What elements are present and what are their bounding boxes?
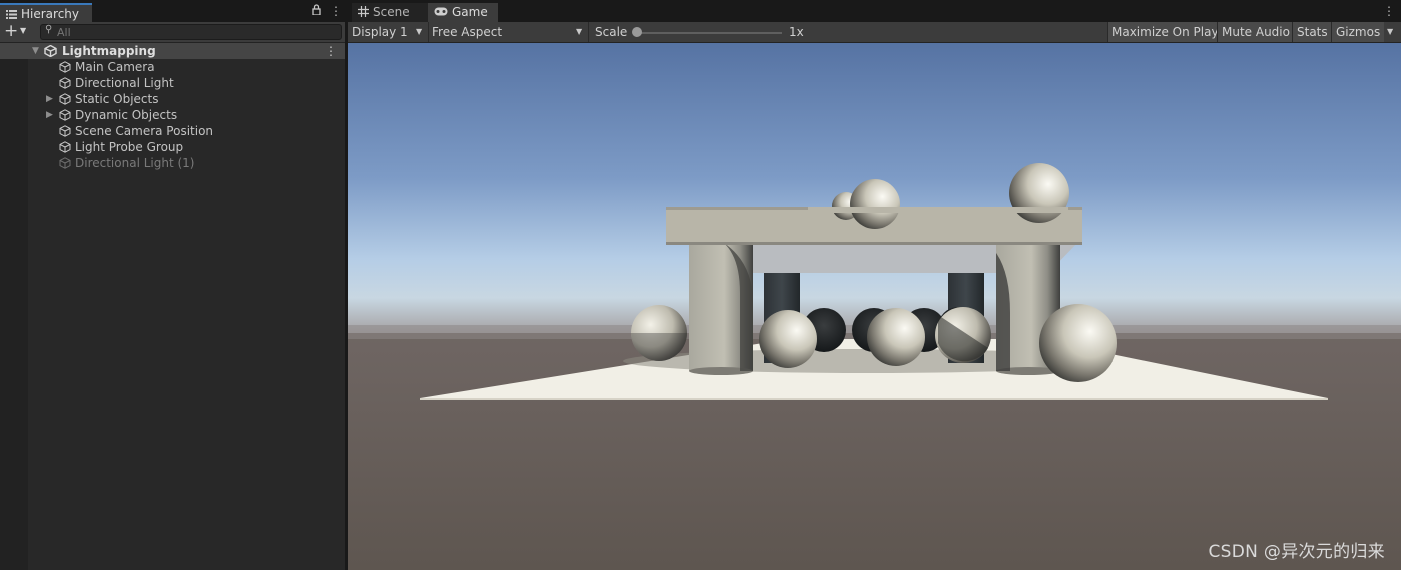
tree-item[interactable]: Light Probe Group (0, 139, 345, 155)
tree-item[interactable]: Directional Light (1) (0, 155, 345, 171)
tab-scene[interactable]: Scene (352, 3, 428, 22)
game-panel: Scene Game ⋮ Display 1 ▼ Free Aspect ▼ S… (348, 0, 1401, 570)
chevron-right-icon[interactable]: ▶ (46, 91, 53, 107)
tree-item[interactable]: Scene Camera Position (0, 123, 345, 139)
tree-item-label: Directional Light (1) (75, 156, 195, 170)
toolbar-divider (428, 22, 429, 42)
gameobject-icon (59, 109, 71, 121)
tree-item-label: Scene Camera Position (75, 124, 214, 138)
hierarchy-tree: ▼ Lightmapping ⋮ Main Camera Directional… (0, 43, 345, 171)
tab-game[interactable]: Game (428, 3, 498, 22)
tree-item-label: Directional Light (75, 76, 174, 90)
gameobject-icon (59, 77, 71, 89)
chevron-down-icon[interactable]: ▼ (416, 22, 422, 42)
scale-slider-track[interactable] (636, 32, 782, 34)
kebab-menu-icon[interactable]: ⋮ (330, 4, 342, 18)
tree-item[interactable]: Directional Light (0, 75, 345, 91)
tree-item[interactable]: ▶ Static Objects (0, 91, 345, 107)
search-icon: ⚲ (45, 24, 53, 35)
gameobject-icon (59, 93, 71, 105)
hierarchy-tab-bar: Hierarchy ⋮ (0, 0, 345, 22)
chevron-right-icon[interactable]: ▶ (46, 107, 53, 123)
tab-scene-label: Scene (373, 5, 410, 19)
tree-item-label: Light Probe Group (75, 140, 184, 154)
chevron-down-icon[interactable]: ▼ (576, 22, 582, 42)
maximize-on-play-toggle[interactable]: Maximize On Play (1107, 22, 1223, 42)
gameobject-icon (59, 61, 71, 73)
search-input[interactable] (57, 25, 327, 39)
game-viewport[interactable]: CSDN @异次元的归来 (348, 43, 1401, 570)
chevron-down-icon[interactable]: ▼ (20, 26, 26, 35)
grid-icon (358, 3, 369, 22)
chevron-down-icon[interactable]: ▼ (32, 43, 39, 59)
rendered-scene (348, 43, 1401, 570)
tab-game-label: Game (452, 5, 488, 19)
game-toolbar: Display 1 ▼ Free Aspect ▼ Scale 1x Maxim… (348, 22, 1401, 43)
tab-hierarchy[interactable]: Hierarchy (0, 3, 92, 22)
toolbar-divider (588, 22, 589, 42)
scene-name: Lightmapping (62, 44, 156, 58)
tree-item-label: Static Objects (75, 92, 159, 106)
kebab-menu-icon[interactable]: ⋮ (1383, 4, 1395, 18)
gamepad-icon (434, 3, 448, 22)
kebab-menu-icon[interactable]: ⋮ (325, 43, 337, 59)
aspect-dropdown-label[interactable]: Free Aspect (432, 22, 502, 42)
gameobject-icon (59, 141, 71, 153)
add-object-button[interactable]: + (4, 22, 18, 41)
scale-value: 1x (789, 25, 804, 39)
tree-item-label: Main Camera (75, 60, 155, 74)
tree-item[interactable]: Main Camera (0, 59, 345, 75)
gameobject-icon (59, 125, 71, 137)
hierarchy-search[interactable]: ⚲ (40, 24, 342, 40)
display-dropdown-label[interactable]: Display 1 (352, 22, 408, 42)
gameobject-icon (59, 157, 71, 169)
lock-icon[interactable] (312, 4, 321, 18)
unity-scene-icon (44, 44, 57, 58)
chevron-down-icon[interactable]: ▼ (1387, 22, 1393, 42)
stats-toggle[interactable]: Stats (1292, 22, 1332, 42)
mute-audio-toggle[interactable]: Mute Audio (1217, 22, 1294, 42)
csdn-watermark: CSDN @异次元的归来 (1208, 542, 1385, 562)
tab-hierarchy-label: Hierarchy (21, 7, 80, 21)
hierarchy-panel: Hierarchy ⋮ + ▼ ⚲ ▼ Lightmapping ⋮ Main … (0, 0, 345, 570)
scene-row[interactable]: ▼ Lightmapping ⋮ (0, 43, 345, 59)
gizmos-toggle[interactable]: Gizmos (1331, 22, 1385, 42)
tree-item[interactable]: ▶ Dynamic Objects (0, 107, 345, 123)
game-tab-bar: Scene Game ⋮ (348, 0, 1401, 22)
scale-slider-handle[interactable] (632, 27, 642, 37)
scale-label: Scale (595, 25, 628, 39)
hierarchy-toolbar: + ▼ ⚲ (0, 22, 345, 43)
tree-item-label: Dynamic Objects (75, 108, 178, 122)
